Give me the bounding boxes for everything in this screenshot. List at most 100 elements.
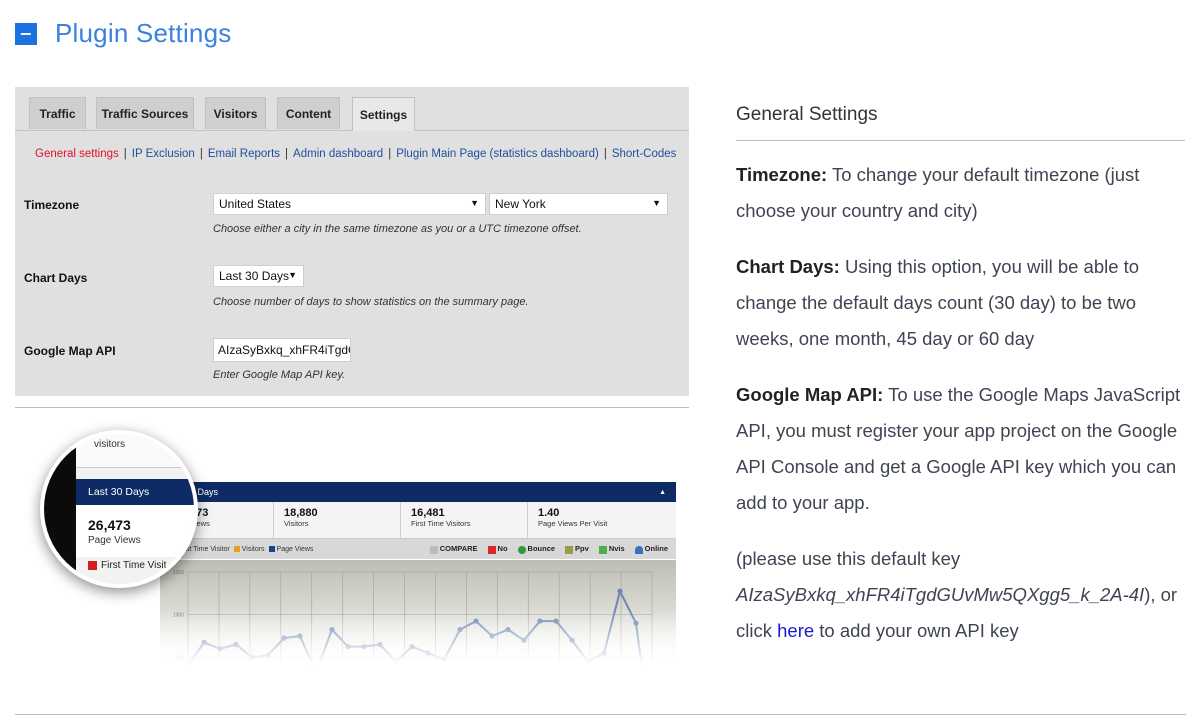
stat-value: 18,880 [284, 507, 318, 519]
legend-swatch [88, 561, 97, 570]
magnifier-edge [44, 434, 76, 584]
tool-label: Online [644, 544, 668, 554]
page-views-chart: 12001000800 [160, 560, 676, 670]
dashboard-preview: 0 Days ▲ 473 Views 18,880 Visitors 16,48… [160, 480, 676, 670]
stat-divider [400, 502, 401, 538]
chart-days-hint: Choose number of days to show statistics… [213, 296, 529, 308]
link-plugin-main-page[interactable]: Plugin Main Page (statistics dashboard) [396, 148, 599, 160]
default-api-key: AIzaSyBxkq_xhFR4iTgdGUvMw5QXgg5_k_2A-4I [736, 584, 1145, 605]
chart-toolbar: COMPARE No Bounce Ppv Nvis Online [429, 539, 668, 559]
no-icon [487, 545, 496, 554]
link-email-reports[interactable]: Email Reports [208, 148, 280, 160]
google-map-api-input[interactable]: AIzaSyBxkq_xhFR4iTgdG [213, 338, 351, 362]
online-icon [634, 545, 643, 554]
divider [15, 407, 689, 408]
dropdown-arrow-icon: ▼ [652, 198, 661, 208]
help-default-key: (please use this default key AIzaSyBxkq_… [736, 541, 1186, 649]
nvis-button[interactable]: Nvis [598, 544, 625, 554]
magnifier-header: Last 30 Days [74, 479, 194, 505]
timezone-hint: Choose either a city in the same timezon… [213, 223, 582, 235]
help-timezone: Timezone: To change your default timezon… [736, 157, 1186, 229]
tool-label: Ppv [575, 544, 589, 554]
magnifier-stat-value: 26,473 [88, 517, 131, 533]
tab-content[interactable]: Content [277, 97, 340, 129]
help-heading: General Settings [736, 104, 878, 125]
compare-button[interactable]: COMPARE [429, 544, 478, 554]
link-short-codes[interactable]: Short-Codes [612, 148, 677, 160]
section-header: − Plugin Settings [15, 18, 231, 49]
link-ip-exclusion[interactable]: IP Exclusion [132, 148, 195, 160]
stat-label: First Time Visitors [411, 519, 471, 528]
link-admin-dashboard[interactable]: Admin dashboard [293, 148, 383, 160]
help-google-map-api: Google Map API: To use the Google Maps J… [736, 377, 1186, 521]
magnifier-callout: visitors Last 30 Days 26,473 Page Views … [40, 430, 198, 588]
bounce-button[interactable]: Bounce [517, 544, 556, 554]
chart-days-select[interactable]: Last 30 Days ▼ [213, 265, 304, 287]
tab-traffic-sources[interactable]: Traffic Sources [96, 97, 194, 129]
magnifier-stat-card: 26,473 Page Views [74, 505, 194, 557]
stat-label: Page Views Per Visit [538, 519, 608, 528]
separator: | [199, 148, 203, 160]
tool-label: Nvis [608, 544, 625, 554]
magnifier-tab-label: visitors [94, 439, 126, 450]
minus-icon: − [19, 23, 33, 43]
legend-swatch [268, 546, 275, 552]
help-column: General Settings Timezone: To change you… [736, 100, 1186, 641]
help-term: Chart Days: [736, 256, 840, 277]
timezone-city-select[interactable]: New York ▼ [489, 193, 668, 215]
stat-value: 16,481 [411, 507, 445, 519]
ppv-button[interactable]: Ppv [565, 544, 589, 554]
collapse-caret-icon: ▲ [659, 488, 666, 496]
tab-settings[interactable]: Settings [352, 97, 415, 131]
magnifier-legend-label: First Time Visit [101, 560, 167, 571]
timezone-city-value: New York [495, 197, 546, 211]
bounce-icon [517, 545, 526, 554]
tab-bar: Traffic Traffic Sources Visitors Content… [15, 97, 689, 131]
separator: | [285, 148, 289, 160]
dashboard-header: 0 Days ▲ [160, 482, 676, 502]
help-text: to add your own API key [814, 620, 1019, 641]
tab-visitors[interactable]: Visitors [205, 97, 266, 129]
stat-divider [527, 502, 528, 538]
chart-days-value: Last 30 Days [219, 269, 290, 283]
ppv-icon [565, 545, 574, 554]
online-button[interactable]: Online [634, 544, 668, 554]
divider [736, 140, 1185, 141]
legend-swatch [233, 546, 240, 552]
magnifier-stat-label: Page Views [88, 535, 141, 546]
tool-label: No [497, 544, 508, 554]
tool-label: COMPARE [439, 544, 478, 554]
help-chart-days: Chart Days: Using this option, you will … [736, 249, 1186, 357]
stat-label: Visitors [284, 519, 309, 528]
settings-screenshot: Traffic Traffic Sources Visitors Content… [15, 87, 689, 396]
stat-visitors: 18,880 Visitors [284, 507, 318, 528]
separator: | [123, 148, 127, 160]
timezone-label: Timezone [24, 198, 80, 212]
link-general-settings[interactable]: General settings [35, 148, 119, 160]
stat-value: 1.40 [538, 507, 560, 519]
compare-icon [429, 545, 438, 554]
here-link[interactable]: here [777, 620, 814, 641]
page-views-chart-svg: 12001000800 [160, 560, 676, 670]
stat-divider [273, 502, 274, 538]
stats-row: 473 Views 18,880 Visitors 16,481 First T… [160, 502, 676, 539]
help-text: (please use this default key [736, 548, 961, 569]
separator: | [603, 148, 607, 160]
nvis-icon [598, 545, 607, 554]
help-term: Timezone: [736, 164, 828, 185]
google-map-api-label: Google Map API [24, 344, 116, 358]
legend-page-views: Page Views [276, 545, 314, 553]
chart-legend-bar: irst Time Visitor Visitors Page Views CO… [160, 539, 676, 559]
tool-label: Bounce [527, 544, 556, 554]
dropdown-arrow-icon: ▼ [288, 270, 297, 280]
fade-overlay [160, 560, 676, 670]
timezone-country-select[interactable]: United States ▼ [213, 193, 486, 215]
stat-page-views-per-visit: 1.40 Page Views Per Visit [538, 507, 607, 528]
tab-traffic[interactable]: Traffic [29, 97, 86, 129]
magnifier-legend: First Time Visit [74, 560, 166, 571]
no-button[interactable]: No [487, 544, 508, 554]
collapse-toggle-button[interactable]: − [15, 22, 37, 45]
divider [15, 714, 1186, 715]
help-term: Google Map API: [736, 384, 884, 405]
stat-first-time-visitors: 16,481 First Time Visitors [411, 507, 470, 528]
